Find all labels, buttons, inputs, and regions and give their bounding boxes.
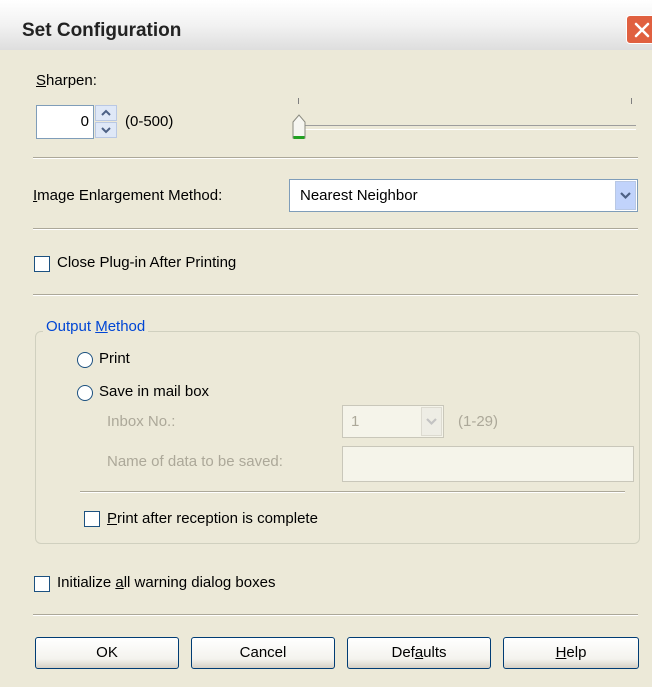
inbox-range-label: (1-29) bbox=[458, 413, 499, 430]
enlargement-method-value: Nearest Neighbor bbox=[300, 187, 418, 204]
sharpen-label: Sharpen: bbox=[36, 72, 97, 89]
inbox-no-label: Inbox No.: bbox=[107, 413, 176, 430]
defaults-button[interactable]: Defaults bbox=[347, 637, 491, 669]
close-icon bbox=[634, 22, 650, 38]
enlargement-method-label: Image Enlargement Method: bbox=[33, 187, 223, 204]
separator bbox=[33, 614, 638, 616]
print-radio-label: Print bbox=[99, 350, 130, 367]
sharpen-input[interactable]: 0 bbox=[36, 105, 94, 139]
save-mailbox-radio[interactable] bbox=[77, 385, 93, 401]
separator bbox=[80, 491, 625, 493]
inbox-dropdown-button[interactable] bbox=[421, 407, 442, 436]
print-radio[interactable] bbox=[77, 352, 93, 368]
title-bar: Set Configuration bbox=[0, 0, 652, 50]
sharpen-range-label: (0-500) bbox=[125, 113, 174, 130]
set-configuration-dialog: Set Configuration Sharpen: 0 (0-500) Ima… bbox=[0, 0, 652, 687]
spin-down-button[interactable] bbox=[95, 122, 117, 138]
sharpen-spinner bbox=[94, 105, 118, 139]
separator bbox=[33, 157, 638, 159]
slider-thumb[interactable] bbox=[292, 113, 306, 141]
close-button[interactable] bbox=[626, 15, 652, 44]
data-name-input[interactable] bbox=[342, 446, 634, 482]
output-method-title: Output Method bbox=[43, 318, 149, 335]
print-after-reception-checkbox[interactable] bbox=[84, 511, 100, 527]
close-plugin-label: Close Plug-in After Printing bbox=[57, 254, 237, 271]
initialize-warnings-checkbox[interactable] bbox=[34, 576, 50, 592]
slider-track bbox=[300, 125, 636, 130]
slider-tick-start bbox=[298, 98, 299, 104]
sharpen-value: 0 bbox=[80, 113, 89, 130]
separator bbox=[33, 294, 638, 296]
dropdown-button[interactable] bbox=[615, 181, 636, 210]
data-name-label: Name of data to be saved: bbox=[107, 453, 283, 470]
slider-tick-end bbox=[631, 98, 632, 104]
window-title: Set Configuration bbox=[22, 20, 182, 41]
cancel-button[interactable]: Cancel bbox=[191, 637, 335, 669]
initialize-warnings-label: Initialize all warning dialog boxes bbox=[57, 574, 276, 591]
separator bbox=[33, 228, 638, 230]
inbox-no-select[interactable]: 1 bbox=[342, 405, 444, 438]
help-button[interactable]: Help bbox=[503, 637, 639, 669]
save-mailbox-label: Save in mail box bbox=[99, 383, 210, 400]
enlargement-method-select[interactable]: Nearest Neighbor bbox=[289, 179, 638, 212]
ok-button[interactable]: OK bbox=[35, 637, 179, 669]
chevron-down-icon bbox=[426, 418, 437, 426]
close-plugin-checkbox[interactable] bbox=[34, 256, 50, 272]
spin-up-button[interactable] bbox=[95, 105, 117, 121]
chevron-down-icon bbox=[101, 127, 111, 134]
chevron-up-icon bbox=[101, 109, 111, 116]
chevron-down-icon bbox=[620, 192, 631, 200]
print-after-reception-label: Print after reception is complete bbox=[107, 510, 318, 527]
inbox-no-value: 1 bbox=[351, 413, 360, 430]
